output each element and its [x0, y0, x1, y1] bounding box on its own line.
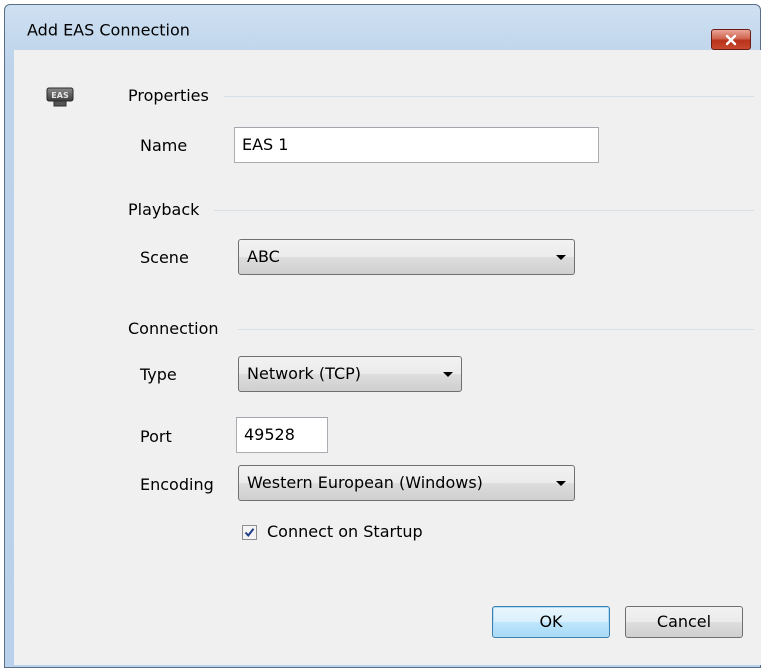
type-dropdown-value: Network (TCP): [247, 364, 362, 383]
connect-on-startup-checkbox[interactable]: [242, 525, 257, 540]
eas-icon: EAS: [46, 87, 74, 109]
chevron-down-icon: [556, 481, 566, 486]
connect-on-startup-label[interactable]: Connect on Startup: [267, 522, 423, 542]
encoding-dropdown[interactable]: Western European (Windows): [238, 465, 575, 501]
close-icon: [725, 34, 737, 45]
ok-button[interactable]: OK: [492, 606, 610, 638]
properties-heading: Properties: [128, 86, 209, 105]
close-button[interactable]: [711, 29, 751, 50]
connection-divider: [238, 329, 754, 330]
properties-divider: [224, 96, 754, 97]
port-label: Port: [140, 427, 172, 446]
playback-divider: [214, 210, 754, 211]
scene-label: Scene: [140, 248, 189, 267]
type-dropdown[interactable]: Network (TCP): [238, 356, 462, 392]
scene-dropdown-value: ABC: [247, 247, 280, 266]
cancel-button[interactable]: Cancel: [625, 606, 743, 638]
chevron-down-icon: [443, 372, 453, 377]
encoding-dropdown-value: Western European (Windows): [247, 473, 483, 492]
name-input[interactable]: EAS 1: [234, 127, 599, 163]
encoding-label: Encoding: [140, 475, 214, 494]
dialog-content: EAS Properties Name EAS 1 Playback Scene…: [14, 50, 761, 665]
dialog-window: Add EAS Connection EAS Properties Name E…: [4, 4, 761, 668]
scene-dropdown[interactable]: ABC: [238, 239, 575, 275]
playback-heading: Playback: [128, 200, 200, 219]
chevron-down-icon: [556, 255, 566, 260]
connection-heading: Connection: [128, 319, 219, 338]
port-input[interactable]: 49528: [236, 417, 328, 453]
title-bar[interactable]: Add EAS Connection: [5, 5, 760, 50]
name-label: Name: [140, 136, 188, 155]
type-label: Type: [140, 365, 177, 384]
checkmark-icon: [244, 528, 255, 538]
window-title: Add EAS Connection: [27, 20, 190, 40]
svg-text:EAS: EAS: [51, 91, 69, 100]
